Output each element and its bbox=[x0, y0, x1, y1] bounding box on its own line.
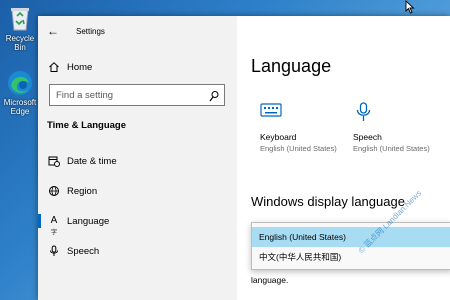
group-heading: Time & Language bbox=[47, 120, 127, 131]
globe-icon bbox=[48, 185, 60, 197]
recycle-bin-desktop-icon[interactable]: Recycle Bin bbox=[2, 4, 38, 52]
settings-window: ← Settings Home Find a setting Time & La… bbox=[38, 16, 450, 300]
sidebar-item-label: Language bbox=[67, 216, 110, 227]
dropdown-option-english[interactable]: English (United States) bbox=[252, 227, 450, 247]
display-language-description: language. bbox=[251, 275, 289, 285]
sidebar-item-date-time[interactable]: Date & time bbox=[38, 148, 237, 174]
sidebar-item-speech[interactable]: Speech bbox=[38, 238, 237, 264]
keyboard-tile[interactable]: Keyboard English (United States) bbox=[260, 102, 340, 154]
dropdown-option-label: 中文(中华人民共和国) bbox=[259, 252, 342, 262]
display-language-heading: Windows display language bbox=[251, 194, 405, 209]
window-title: Settings bbox=[76, 27, 105, 36]
microphone-icon bbox=[353, 102, 375, 124]
search-icon bbox=[209, 89, 219, 102]
sidebar-item-language[interactable]: A字 Language bbox=[38, 208, 237, 236]
speech-tile-sub: English (United States) bbox=[353, 144, 430, 153]
keyboard-tile-name: Keyboard bbox=[260, 132, 297, 142]
dropdown-option-chinese[interactable]: 中文(中华人民共和国) bbox=[252, 247, 450, 267]
sidebar-item-label: Region bbox=[67, 186, 98, 197]
sidebar-item-home[interactable]: Home bbox=[38, 54, 237, 80]
recycle-bin-label: Recycle Bin bbox=[5, 34, 35, 52]
keyboard-tile-sub: English (United States) bbox=[260, 144, 337, 153]
sidebar-item-label: Date & time bbox=[67, 156, 117, 167]
sidebar-item-label: Speech bbox=[67, 246, 100, 257]
sidebar-item-region[interactable]: Region bbox=[38, 178, 237, 204]
home-icon bbox=[48, 61, 60, 73]
sidebar: ← Settings Home Find a setting Time & La… bbox=[38, 16, 237, 300]
search-placeholder: Find a setting bbox=[56, 90, 114, 101]
title-bar: ← Settings bbox=[38, 16, 237, 46]
selected-indicator bbox=[38, 214, 41, 228]
page-title: Language bbox=[251, 56, 332, 76]
dropdown-option-label: English (United States) bbox=[259, 232, 346, 242]
edge-label: Microsoft Edge bbox=[3, 98, 37, 116]
display-language-dropdown[interactable]: English (United States) 中文(中华人民共和国) bbox=[251, 222, 450, 270]
edge-desktop-icon[interactable]: Microsoft Edge bbox=[2, 70, 38, 116]
main-content: Language Keyboard English (United States… bbox=[237, 16, 450, 300]
microphone-icon bbox=[48, 245, 60, 257]
search-input[interactable]: Find a setting bbox=[49, 84, 225, 106]
edge-icon bbox=[7, 70, 33, 96]
home-label: Home bbox=[67, 62, 93, 73]
back-button[interactable]: ← bbox=[46, 24, 60, 38]
recycle-bin-icon bbox=[8, 4, 32, 32]
speech-tile[interactable]: Speech English (United States) bbox=[353, 102, 433, 154]
mouse-cursor-icon bbox=[405, 0, 415, 14]
language-icon: A字 bbox=[50, 215, 58, 236]
keyboard-icon bbox=[260, 102, 282, 124]
calendar-clock-icon bbox=[48, 155, 60, 167]
back-arrow-icon: ← bbox=[47, 24, 59, 38]
speech-tile-name: Speech bbox=[353, 132, 382, 142]
